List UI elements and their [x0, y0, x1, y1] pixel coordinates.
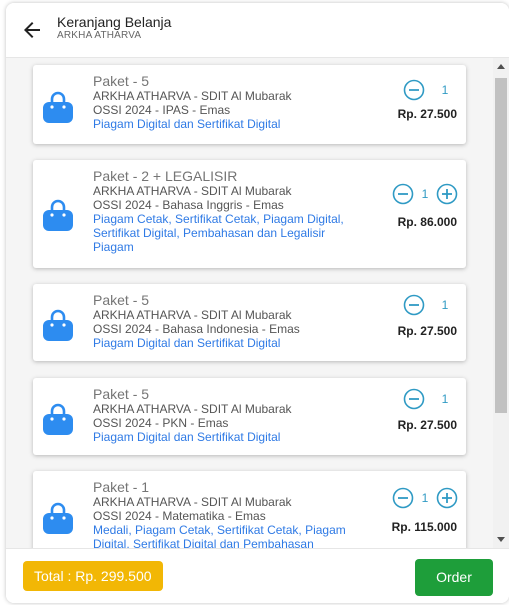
event-subject: OSSI 2024 - Bahasa Indonesia - Emas [93, 322, 300, 336]
plus-circle-icon[interactable] [436, 487, 458, 509]
student-school: ARKHA ATHARVA - SDIT Al Mubarak [93, 184, 292, 198]
cart-list: Paket - 5 ARKHA ATHARVA - SDIT Al Mubara… [6, 58, 509, 548]
cart-item: Paket - 5 ARKHA ATHARVA - SDIT Al Mubara… [33, 378, 466, 455]
item-info: Paket - 5 ARKHA ATHARVA - SDIT Al Mubara… [93, 386, 368, 444]
package-contents: Piagam Cetak, Sertifikat Cetak, Piagam D… [93, 212, 344, 254]
shopping-bag-icon [43, 309, 73, 341]
shopping-bag-icon [43, 502, 73, 534]
student-school: ARKHA ATHARVA - SDIT Al Mubarak [93, 495, 292, 509]
student-school: ARKHA ATHARVA - SDIT Al Mubarak [93, 89, 292, 103]
quantity-value: 1 [441, 392, 449, 406]
cart-footer: Total : Rp. 299.500 Order [6, 548, 509, 603]
item-price: Rp. 27.500 [397, 107, 457, 121]
student-school: ARKHA ATHARVA - SDIT Al Mubarak [93, 308, 292, 322]
student-name: ARKHA ATHARVA [57, 30, 142, 41]
quantity-value: 1 [421, 187, 429, 201]
cart-item: Paket - 2 + LEGALISIR ARKHA ATHARVA - SD… [33, 160, 466, 268]
package-name: Paket - 5 [93, 386, 150, 402]
item-info: Paket - 5 ARKHA ATHARVA - SDIT Al Mubara… [93, 292, 368, 350]
minus-circle-icon[interactable] [403, 79, 425, 101]
minus-circle-icon[interactable] [392, 183, 414, 205]
scroll-up-arrow-icon[interactable] [497, 64, 505, 69]
event-subject: OSSI 2024 - Bahasa Inggris - Emas [93, 198, 284, 212]
package-contents: Piagam Digital dan Sertifikat Digital [93, 336, 281, 350]
item-price: Rp. 86.000 [397, 215, 457, 229]
quantity-stepper: 1 [403, 294, 465, 316]
quantity-value: 1 [421, 491, 429, 505]
shopping-bag-icon [43, 199, 73, 231]
app-header: Keranjang Belanja ARKHA ATHARVA [6, 3, 509, 58]
student-school: ARKHA ATHARVA - SDIT Al Mubarak [93, 402, 292, 416]
item-info: Paket - 1 ARKHA ATHARVA - SDIT Al Mubara… [93, 479, 368, 548]
total-badge: Total : Rp. 299.500 [23, 561, 163, 591]
order-button[interactable]: Order [415, 559, 493, 596]
scrollbar[interactable] [493, 58, 509, 548]
scroll-down-arrow-icon[interactable] [497, 537, 505, 542]
shopping-bag-icon [43, 403, 73, 435]
package-name: Paket - 5 [93, 73, 150, 89]
arrow-left-icon[interactable] [20, 18, 44, 42]
event-subject: OSSI 2024 - IPAS - Emas [93, 103, 231, 117]
scrollbar-thumb[interactable] [495, 78, 507, 413]
quantity-stepper: 1 [403, 79, 465, 101]
package-contents: Piagam Digital dan Sertifikat Digital [93, 117, 281, 131]
quantity-value: 1 [441, 298, 449, 312]
item-info: Paket - 2 + LEGALISIR ARKHA ATHARVA - SD… [93, 168, 368, 254]
cart-item: Paket - 5 ARKHA ATHARVA - SDIT Al Mubara… [33, 284, 466, 361]
minus-circle-icon[interactable] [403, 388, 425, 410]
cart-item: Paket - 1 ARKHA ATHARVA - SDIT Al Mubara… [33, 471, 466, 548]
plus-circle-icon[interactable] [436, 183, 458, 205]
page-title: Keranjang Belanja [57, 14, 172, 30]
package-contents: Medali, Piagam Cetak, Sertifikat Cetak, … [93, 523, 346, 548]
item-info: Paket - 5 ARKHA ATHARVA - SDIT Al Mubara… [93, 73, 368, 131]
item-price: Rp. 27.500 [397, 418, 457, 432]
cart-item: Paket - 5 ARKHA ATHARVA - SDIT Al Mubara… [33, 65, 466, 144]
package-name: Paket - 1 [93, 479, 150, 495]
shopping-bag-icon [43, 91, 73, 123]
event-subject: OSSI 2024 - PKN - Emas [93, 416, 229, 430]
quantity-value: 1 [441, 83, 449, 97]
event-subject: OSSI 2024 - Matematika - Emas [93, 509, 266, 523]
package-contents: Piagam Digital dan Sertifikat Digital [93, 430, 281, 444]
package-name: Paket - 2 + LEGALISIR [93, 168, 238, 184]
quantity-stepper: 1 [392, 183, 458, 205]
item-price: Rp. 115.000 [391, 520, 457, 534]
minus-circle-icon[interactable] [403, 294, 425, 316]
item-price: Rp. 27.500 [397, 324, 457, 338]
package-name: Paket - 5 [93, 292, 150, 308]
quantity-stepper: 1 [403, 388, 465, 410]
cart-window: Keranjang Belanja ARKHA ATHARVA Paket - … [6, 3, 509, 603]
minus-circle-icon[interactable] [392, 487, 414, 509]
quantity-stepper: 1 [392, 487, 458, 509]
